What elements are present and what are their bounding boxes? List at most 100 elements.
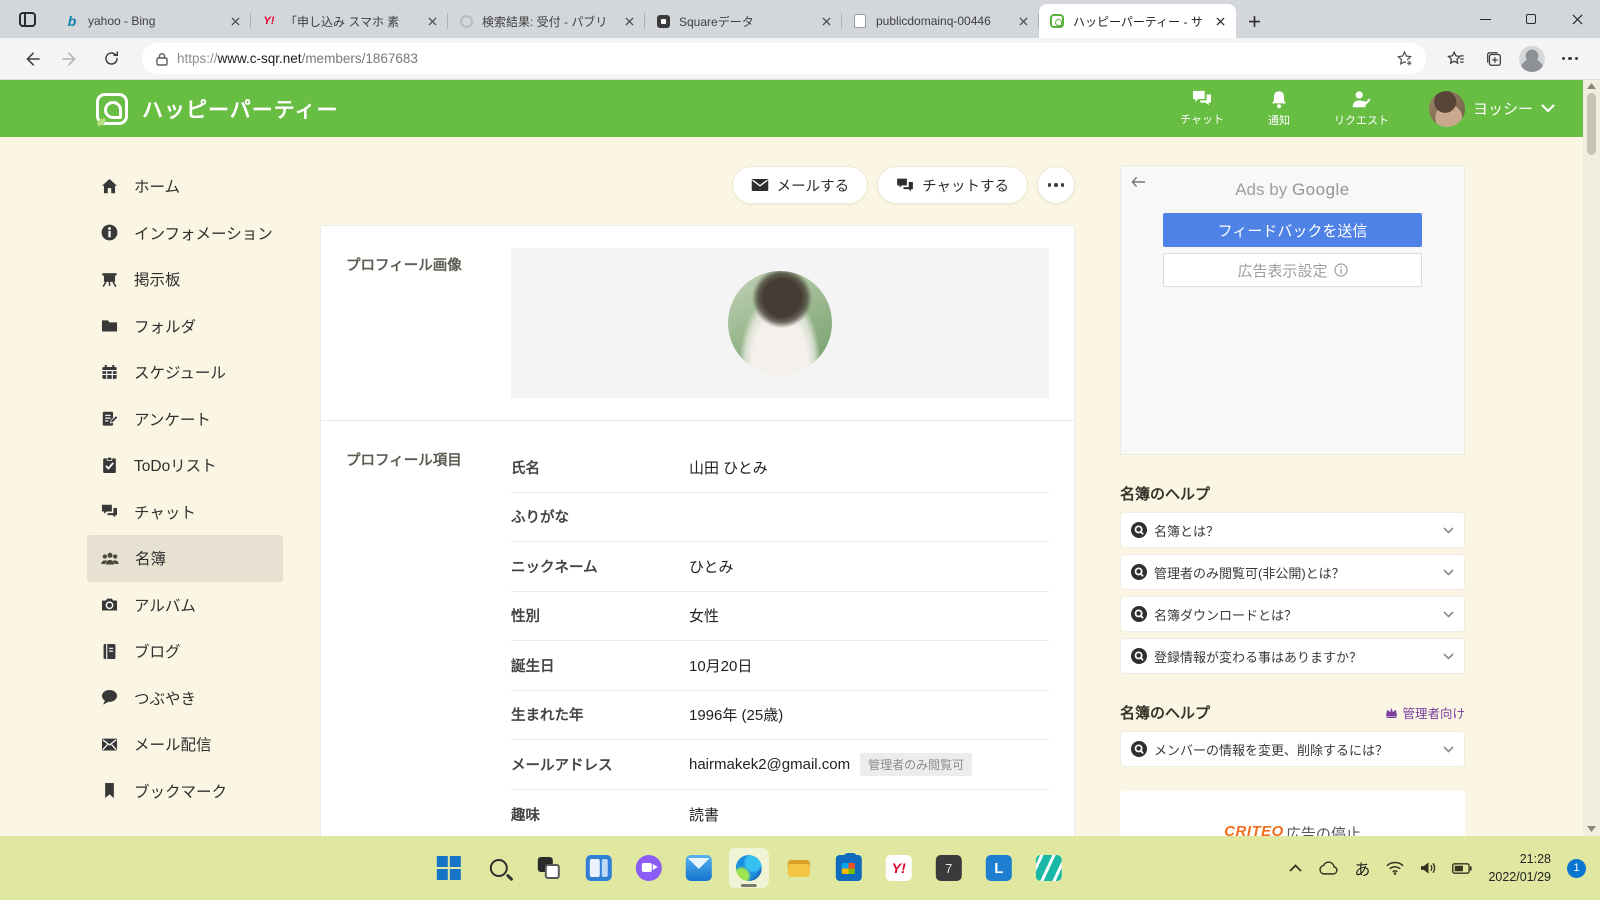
edge-button[interactable] [729, 848, 769, 888]
chat-button[interactable] [629, 848, 669, 888]
scroll-down-arrow[interactable] [1587, 826, 1596, 832]
help-item-member-edit[interactable]: メンバーの情報を変更、削除するには？ [1120, 731, 1465, 767]
favorites-button[interactable] [1440, 43, 1472, 75]
close-icon[interactable] [424, 13, 440, 29]
store-button[interactable] [829, 848, 869, 888]
sidebar-item-survey[interactable]: アンケート [87, 396, 283, 443]
close-icon[interactable] [818, 13, 834, 29]
close-icon[interactable] [1015, 13, 1031, 29]
sidebar-item-blog[interactable]: ブログ [87, 628, 283, 675]
tray-expand-button[interactable] [1289, 864, 1302, 872]
minimize-button[interactable] [1462, 0, 1508, 38]
square-icon [655, 13, 671, 29]
task-view-button[interactable] [529, 848, 569, 888]
close-icon[interactable] [621, 13, 637, 29]
taskbar-clock[interactable]: 21:28 2022/01/29 [1488, 850, 1551, 886]
help-item-admin-only[interactable]: 管理者のみ閲覧可(非公開)とは？ [1120, 554, 1465, 590]
browser-profile-avatar[interactable] [1516, 43, 1548, 75]
site-title[interactable]: ハッピーパーティー [142, 94, 339, 124]
sidebar-item-mail[interactable]: メール配信 [87, 721, 283, 768]
tab-moushikomi[interactable]: Y! 「申し込み スマホ 素 [251, 4, 448, 38]
csqr-logo-icon[interactable] [96, 93, 128, 125]
user-name: ヨッシー [1473, 98, 1533, 119]
tab-publicdomainq[interactable]: publicdomainq-00446 [842, 4, 1039, 38]
sidebar-item-chat[interactable]: チャット [87, 489, 283, 536]
q-icon [1131, 522, 1147, 538]
help-section2-title: 名簿のヘルプ 管理者向け [1120, 702, 1465, 723]
collections-button[interactable] [1478, 43, 1510, 75]
tab-happy-party-active[interactable]: ハッピーパーティー - サーク [1039, 4, 1236, 38]
sidebar-item-folder[interactable]: フォルダ [87, 303, 283, 350]
sidebar-item-information[interactable]: インフォメーション [87, 210, 283, 257]
avatar [1519, 46, 1545, 72]
sidebar-item-home[interactable]: ホーム [87, 163, 283, 210]
button-label: チャットする [922, 175, 1009, 196]
send-mail-button[interactable]: メールする [732, 166, 869, 204]
sidebar-label: アンケート [134, 408, 211, 430]
ime-indicator[interactable]: あ [1354, 856, 1370, 880]
field-row-nickname: ニックネーム ひとみ [511, 542, 1049, 592]
clock-date: 2022/01/29 [1488, 870, 1551, 884]
yahoo-app-button[interactable]: Y! [879, 848, 919, 888]
help-title: 名簿のヘルプ [1120, 483, 1210, 504]
tab-yahoo-bing[interactable]: b yahoo - Bing [54, 4, 251, 38]
help-item-download[interactable]: 名簿ダウンロードとは？ [1120, 596, 1465, 632]
sidebar-item-board[interactable]: 掲示板 [87, 256, 283, 303]
ellipsis-icon [1048, 183, 1065, 187]
more-actions-button[interactable] [1037, 166, 1075, 204]
ad-settings-button[interactable]: 広告表示設定 [1163, 253, 1422, 287]
sidebar-item-members[interactable]: 名簿 [87, 535, 283, 582]
address-bar[interactable]: https://www.c-sqr.net/members/1867683 [142, 43, 1426, 74]
tab-title: yahoo - Bing [88, 14, 219, 28]
ad-back-button[interactable] [1131, 176, 1146, 188]
battery-icon[interactable] [1452, 863, 1472, 874]
section-label: プロフィール画像 [346, 248, 511, 398]
search-button[interactable] [479, 848, 519, 888]
reload-button[interactable] [94, 42, 128, 76]
maximize-button[interactable] [1508, 0, 1554, 38]
profile-photo[interactable] [728, 271, 832, 375]
field-row-hobby: 趣味 読書 [511, 790, 1049, 837]
sidebar-item-album[interactable]: アルバム [87, 582, 283, 629]
file-explorer-button[interactable] [779, 848, 819, 888]
l-app-button[interactable]: L [979, 848, 1019, 888]
sidebar-item-bookmark[interactable]: ブックマーク [87, 768, 283, 815]
nav-notifications[interactable]: 通知 [1268, 90, 1290, 128]
tab-actions-menu[interactable] [0, 0, 54, 38]
mail-app-button[interactable] [679, 848, 719, 888]
seven-app-button[interactable]: 7 [929, 848, 969, 888]
wifi-icon[interactable] [1386, 861, 1404, 875]
tab-kensaku[interactable]: 検索結果: 受付 - パブリ [448, 4, 645, 38]
nav-chat[interactable]: チャット [1180, 90, 1224, 127]
close-icon[interactable] [1212, 13, 1228, 29]
settings-menu-button[interactable] [1554, 43, 1586, 75]
onedrive-cloud-icon[interactable] [1318, 861, 1338, 875]
help-item-what-is-meibo[interactable]: 名簿とは？ [1120, 512, 1465, 548]
add-favorite-button[interactable] [1388, 43, 1420, 75]
sidebar-item-schedule[interactable]: スケジュール [87, 349, 283, 396]
nav-requests[interactable]: リクエスト [1334, 90, 1389, 128]
criteo-ad[interactable]: CRITEO 広告の停止 [1120, 791, 1465, 836]
start-chat-button[interactable]: チャットする [877, 166, 1028, 204]
close-window-button[interactable] [1554, 0, 1600, 38]
chevron-down-icon [1443, 653, 1454, 660]
close-icon[interactable] [227, 13, 243, 29]
forward-button[interactable] [54, 42, 88, 76]
widgets-button[interactable] [579, 848, 619, 888]
scrollbar-thumb[interactable] [1587, 93, 1596, 155]
help-item-registration-change[interactable]: 登録情報が変わる事はありますか？ [1120, 638, 1465, 674]
page-scrollbar[interactable] [1583, 80, 1600, 836]
notification-count-badge[interactable]: 1 [1567, 859, 1586, 878]
sidebar-item-tweet[interactable]: つぶやき [87, 675, 283, 722]
stripes-app-button[interactable] [1029, 848, 1069, 888]
sidebar-item-todo[interactable]: ToDoリスト [87, 442, 283, 489]
scroll-up-arrow[interactable] [1587, 83, 1596, 89]
back-button[interactable] [14, 42, 48, 76]
send-feedback-button[interactable]: フィードバックを送信 [1163, 213, 1422, 247]
tab-square-data[interactable]: Squareデータ [645, 4, 842, 38]
start-button[interactable] [429, 848, 469, 888]
new-tab-button[interactable] [1236, 4, 1272, 38]
volume-icon[interactable] [1420, 861, 1436, 875]
calendar-icon [100, 363, 119, 382]
user-menu[interactable]: ヨッシー [1429, 91, 1555, 127]
